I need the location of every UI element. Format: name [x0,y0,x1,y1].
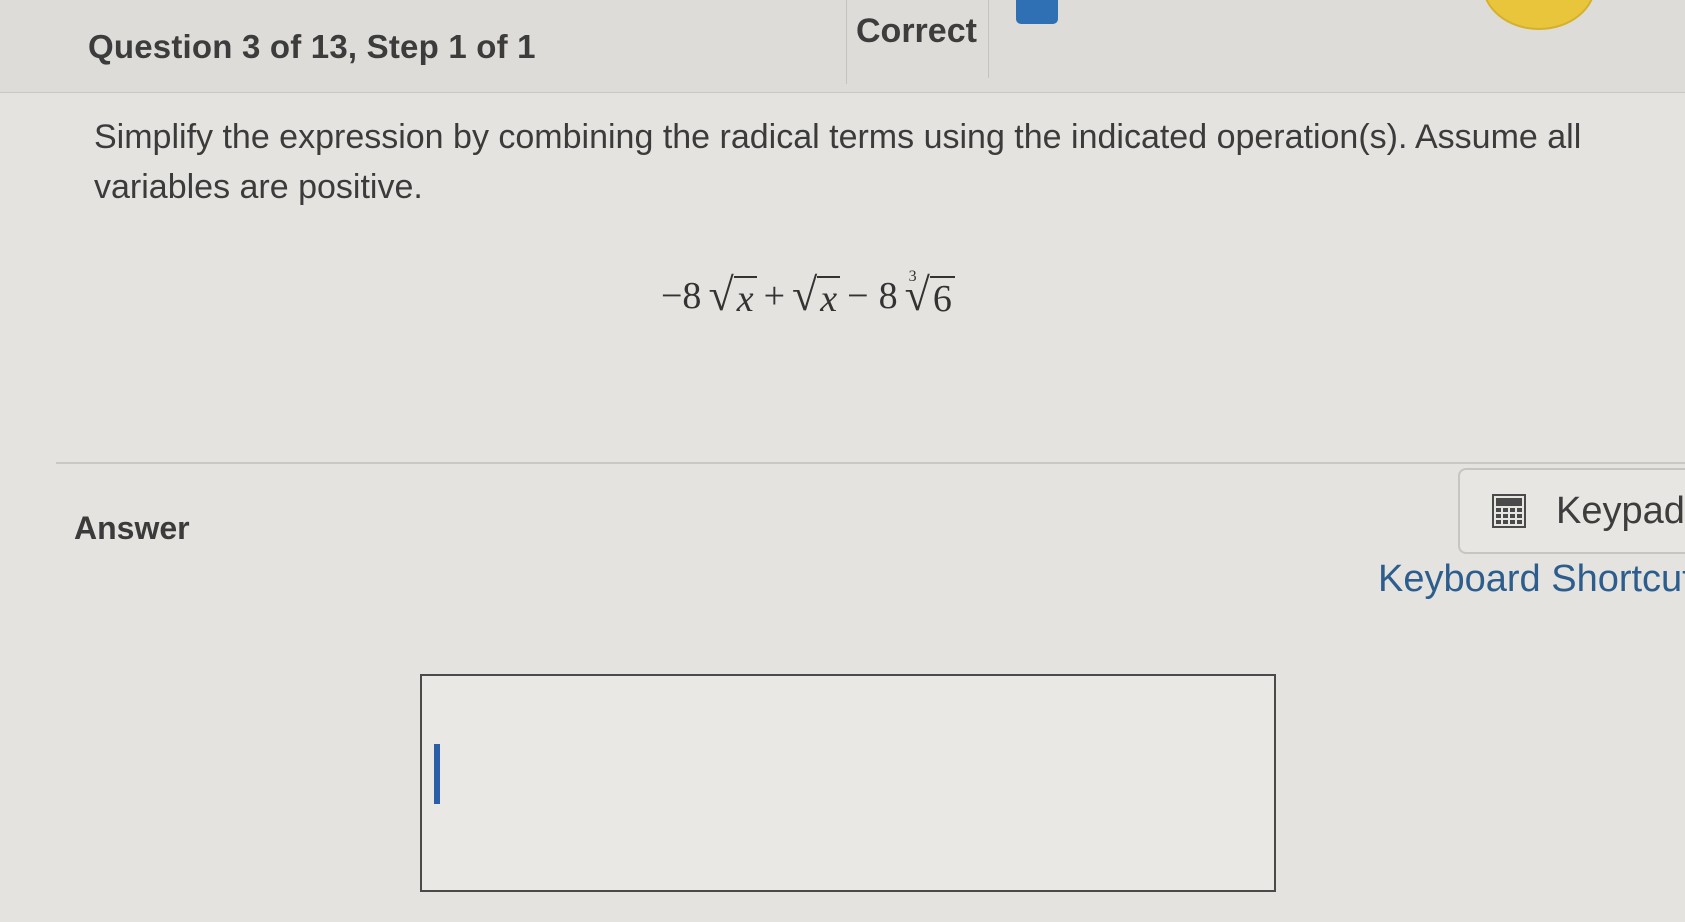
term1-coefficient: −8 [661,275,702,317]
operator: − [847,275,869,317]
question-progress: Question 3 of 13, Step 1 of 1 [88,28,536,65]
cube-root: 3 √ 6 [905,268,955,320]
answer-label: Answer [74,510,190,546]
keypad-button[interactable]: Keypad [1458,468,1685,554]
radical-sign-icon: √ [792,269,818,320]
term3-coefficient: 8 [878,275,898,317]
math-expression: −8 √ x + √ x − 8 3 √ 6 [656,268,957,320]
radicand: x [817,276,841,320]
answer-input[interactable] [420,674,1276,892]
keypad-label: Keypad [1556,489,1685,532]
radicand: 6 [929,276,955,320]
header-divider [988,0,989,78]
calculator-icon [1492,494,1526,528]
question-instructions: Simplify the expression by combining the… [94,118,1582,206]
progress-indicator[interactable] [1016,0,1058,24]
header-divider [846,0,847,84]
section-divider [56,462,1685,464]
text-cursor [434,744,440,804]
square-root: √ x [708,269,757,320]
square-root: √ x [792,269,841,320]
root-index: 3 [908,268,917,285]
keyboard-shortcuts-link[interactable]: Keyboard Shortcuts [1378,558,1685,601]
status-label: Correct [856,12,977,50]
operator: + [763,275,785,317]
radical-sign-icon: √ [708,269,734,320]
radicand: x [733,276,757,320]
